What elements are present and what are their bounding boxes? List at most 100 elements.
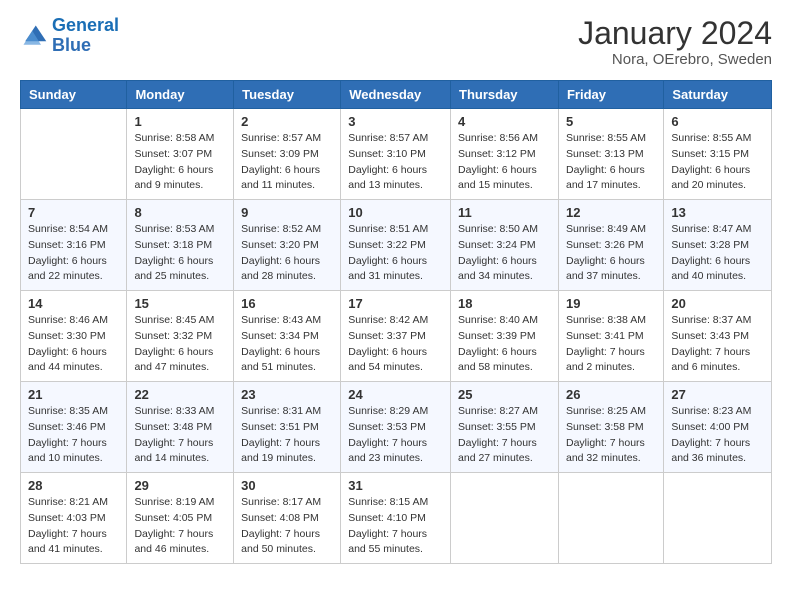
day-number: 9 [241,205,333,220]
day-info: Sunrise: 8:53 AMSunset: 3:18 PMDaylight:… [134,222,226,285]
calendar-cell: 20Sunrise: 8:37 AMSunset: 3:43 PMDayligh… [664,291,772,382]
day-info: Sunrise: 8:58 AMSunset: 3:07 PMDaylight:… [134,131,226,194]
calendar-cell: 30 Sunrise: 8:17 AMSunset: 4:08 PMDayligh… [234,473,341,564]
day-info: Sunrise: 8:21 AMSunset: 4:03 PMDaylight:… [28,495,119,558]
day-number: 17 [348,296,443,311]
weekday-header: Thursday [451,81,559,109]
day-info: Sunrise: 8:54 AMSunset: 3:16 PMDaylight:… [28,222,119,285]
day-info: Sunrise: 8:43 AMSunset: 3:34 PMDaylight:… [241,313,333,376]
day-info: Sunrise: 8:19 AMSunset: 4:05 PMDaylight:… [134,495,226,558]
day-info: Sunrise: 8:25 AMSunset: 3:58 PMDaylight:… [566,404,656,467]
calendar-cell: 4Sunrise: 8:56 AMSunset: 3:12 PMDaylight… [451,109,559,200]
calendar-cell: 12Sunrise: 8:49 AMSunset: 3:26 PMDayligh… [558,200,663,291]
weekday-header: Saturday [664,81,772,109]
calendar-cell: 1Sunrise: 8:58 AMSunset: 3:07 PMDaylight… [127,109,234,200]
day-number: 16 [241,296,333,311]
weekday-header: Tuesday [234,81,341,109]
day-number: 2 [241,114,333,129]
day-number: 14 [28,296,119,311]
day-number: 3 [348,114,443,129]
calendar-cell [21,109,127,200]
calendar-cell: 9 Sunrise: 8:52 AMSunset: 3:20 PMDaylight… [234,200,341,291]
subtitle: Nora, OErebro, Sweden [578,51,772,68]
calendar-week-row: 1Sunrise: 8:58 AMSunset: 3:07 PMDaylight… [21,109,772,200]
day-info: Sunrise: 8:57 AMSunset: 3:09 PMDaylight:… [241,131,333,194]
day-number: 15 [134,296,226,311]
day-number: 24 [348,387,443,402]
day-number: 13 [671,205,764,220]
calendar-cell [664,473,772,564]
day-number: 19 [566,296,656,311]
day-info: Sunrise: 8:17 AMSunset: 4:08 PMDaylight:… [241,495,333,558]
weekday-header: Monday [127,81,234,109]
day-number: 6 [671,114,764,129]
day-number: 27 [671,387,764,402]
day-info: Sunrise: 8:51 AMSunset: 3:22 PMDaylight:… [348,222,443,285]
calendar-week-row: 14 Sunrise: 8:46 AMSunset: 3:30 PMDayligh… [21,291,772,382]
day-number: 28 [28,478,119,493]
day-number: 29 [134,478,226,493]
calendar-cell: 19 Sunrise: 8:38 AMSunset: 3:41 PMDayligh… [558,291,663,382]
day-number: 4 [458,114,551,129]
calendar-cell: 11Sunrise: 8:50 AMSunset: 3:24 PMDayligh… [451,200,559,291]
calendar-cell: 28 Sunrise: 8:21 AMSunset: 4:03 PMDayligh… [21,473,127,564]
calendar-cell [558,473,663,564]
weekday-header: Friday [558,81,663,109]
logo-icon [20,22,48,50]
day-info: Sunrise: 8:52 AMSunset: 3:20 PMDaylight:… [241,222,333,285]
logo-line2: Blue [52,35,91,55]
calendar-cell: 18 Sunrise: 8:40 AMSunset: 3:39 PMDayligh… [451,291,559,382]
calendar-cell: 31 Sunrise: 8:15 AMSunset: 4:10 PMDayligh… [341,473,451,564]
calendar-week-row: 21 Sunrise: 8:35 AMSunset: 3:46 PMDayligh… [21,382,772,473]
day-info: Sunrise: 8:46 AMSunset: 3:30 PMDaylight:… [28,313,119,376]
day-number: 23 [241,387,333,402]
page: General Blue January 2024 Nora, OErebro,… [0,0,792,612]
day-number: 18 [458,296,551,311]
calendar-table: SundayMondayTuesdayWednesdayThursdayFrid… [20,80,772,564]
day-info: Sunrise: 8:57 AMSunset: 3:10 PMDaylight:… [348,131,443,194]
day-info: Sunrise: 8:15 AMSunset: 4:10 PMDaylight:… [348,495,443,558]
day-number: 30 [241,478,333,493]
calendar-cell: 17Sunrise: 8:42 AMSunset: 3:37 PMDayligh… [341,291,451,382]
calendar-cell: 3 Sunrise: 8:57 AMSunset: 3:10 PMDaylight… [341,109,451,200]
day-number: 7 [28,205,119,220]
day-info: Sunrise: 8:29 AMSunset: 3:53 PMDaylight:… [348,404,443,467]
calendar-cell: 2 Sunrise: 8:57 AMSunset: 3:09 PMDaylight… [234,109,341,200]
day-info: Sunrise: 8:47 AMSunset: 3:28 PMDaylight:… [671,222,764,285]
day-info: Sunrise: 8:35 AMSunset: 3:46 PMDaylight:… [28,404,119,467]
day-info: Sunrise: 8:55 AMSunset: 3:13 PMDaylight:… [566,131,656,194]
calendar-cell: 22 Sunrise: 8:33 AMSunset: 3:48 PMDayligh… [127,382,234,473]
calendar-week-row: 7 Sunrise: 8:54 AMSunset: 3:16 PMDaylight… [21,200,772,291]
day-number: 31 [348,478,443,493]
day-number: 20 [671,296,764,311]
logo: General Blue [20,16,119,56]
calendar-cell: 25 Sunrise: 8:27 AMSunset: 3:55 PMDayligh… [451,382,559,473]
day-number: 22 [134,387,226,402]
calendar-cell: 5Sunrise: 8:55 AMSunset: 3:13 PMDaylight… [558,109,663,200]
day-info: Sunrise: 8:27 AMSunset: 3:55 PMDaylight:… [458,404,551,467]
calendar-cell: 21 Sunrise: 8:35 AMSunset: 3:46 PMDayligh… [21,382,127,473]
day-number: 8 [134,205,226,220]
calendar-cell: 15Sunrise: 8:45 AMSunset: 3:32 PMDayligh… [127,291,234,382]
calendar-cell [451,473,559,564]
calendar-cell: 10Sunrise: 8:51 AMSunset: 3:22 PMDayligh… [341,200,451,291]
title-block: January 2024 Nora, OErebro, Sweden [578,16,772,68]
day-number: 26 [566,387,656,402]
calendar-cell: 26 Sunrise: 8:25 AMSunset: 3:58 PMDayligh… [558,382,663,473]
day-info: Sunrise: 8:40 AMSunset: 3:39 PMDaylight:… [458,313,551,376]
day-number: 21 [28,387,119,402]
calendar-cell: 13 Sunrise: 8:47 AMSunset: 3:28 PMDayligh… [664,200,772,291]
weekday-header: Sunday [21,81,127,109]
day-number: 12 [566,205,656,220]
weekday-header: Wednesday [341,81,451,109]
day-number: 25 [458,387,551,402]
calendar-cell: 6 Sunrise: 8:55 AMSunset: 3:15 PMDaylight… [664,109,772,200]
day-info: Sunrise: 8:23 AMSunset: 4:00 PMDaylight:… [671,404,764,467]
day-info: Sunrise: 8:55 AMSunset: 3:15 PMDaylight:… [671,131,764,194]
day-info: Sunrise: 8:33 AMSunset: 3:48 PMDaylight:… [134,404,226,467]
main-title: January 2024 [578,16,772,51]
day-info: Sunrise: 8:31 AMSunset: 3:51 PMDaylight:… [241,404,333,467]
day-info: Sunrise: 8:38 AMSunset: 3:41 PMDaylight:… [566,313,656,376]
calendar-cell: 29 Sunrise: 8:19 AMSunset: 4:05 PMDayligh… [127,473,234,564]
calendar-cell: 7 Sunrise: 8:54 AMSunset: 3:16 PMDaylight… [21,200,127,291]
